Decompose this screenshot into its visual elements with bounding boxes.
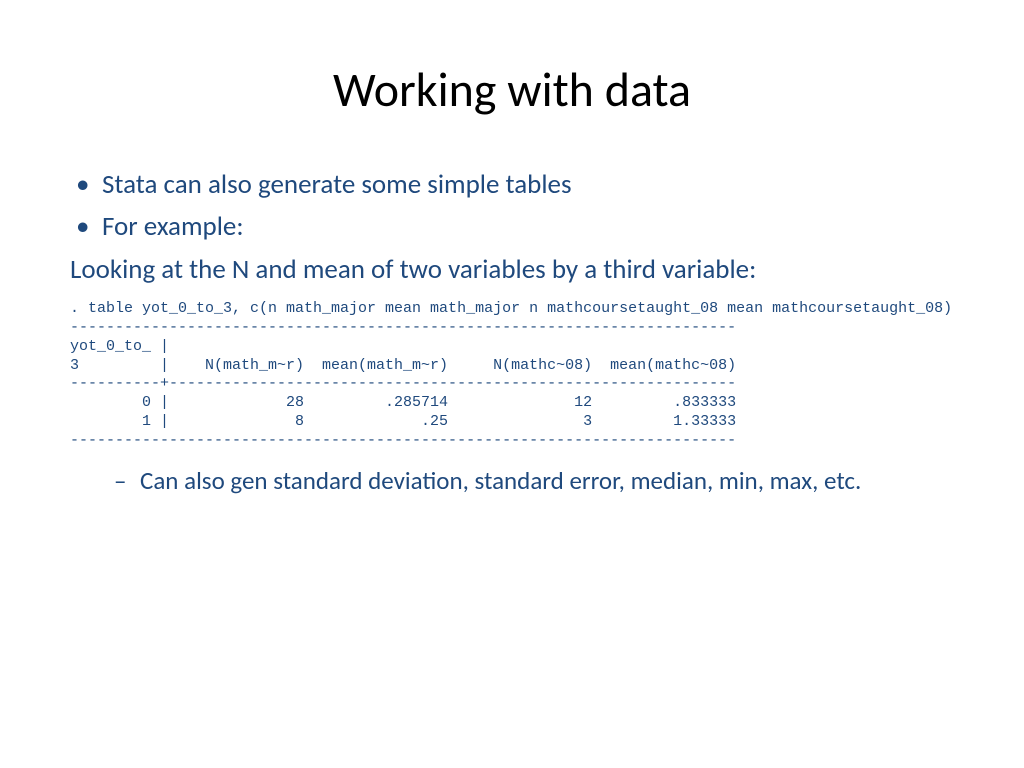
sub-bullet-text: Can also gen standard deviation, standar… (140, 465, 861, 496)
bullet-text: For example: (102, 210, 244, 243)
sub-bullet-item: Can also gen standard deviation, standar… (70, 464, 954, 498)
slide-body: Stata can also generate some simple tabl… (70, 167, 954, 498)
sub-bullet-list: Can also gen standard deviation, standar… (70, 464, 954, 498)
bullet-item: Stata can also generate some simple tabl… (70, 167, 954, 203)
slide: Working with data Stata can also generat… (0, 0, 1024, 768)
bullet-item: For example: (70, 209, 954, 245)
bullet-list: Stata can also generate some simple tabl… (70, 167, 954, 246)
code-block: . table yot_0_to_3, c(n math_major mean … (70, 300, 954, 450)
bullet-text: Stata can also generate some simple tabl… (102, 168, 572, 201)
slide-title: Working with data (70, 60, 954, 119)
body-paragraph: Looking at the N and mean of two variabl… (70, 252, 954, 288)
